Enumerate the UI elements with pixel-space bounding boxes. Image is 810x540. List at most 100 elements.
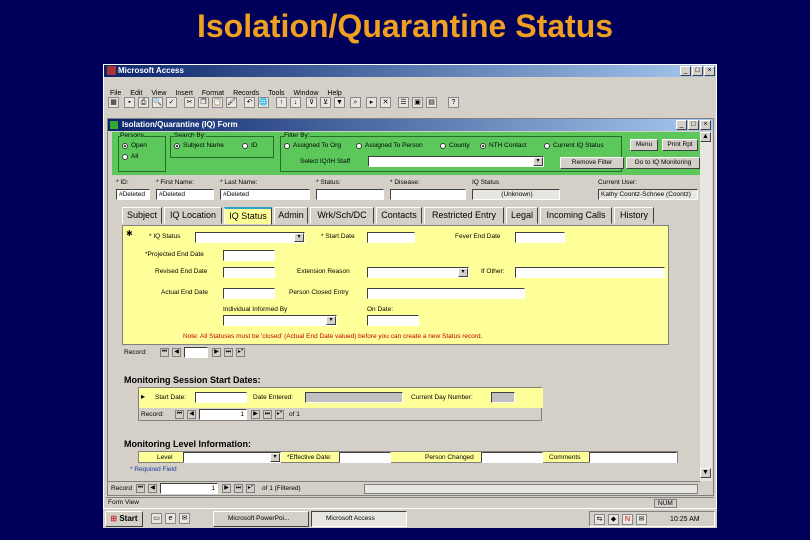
staff-dropdown-icon[interactable]: ▾ bbox=[533, 157, 543, 166]
on-date-input[interactable] bbox=[367, 315, 419, 326]
extension-reason-input[interactable] bbox=[367, 267, 469, 278]
assigned-person-radio[interactable] bbox=[356, 143, 362, 149]
tab-history[interactable]: History bbox=[614, 207, 654, 224]
filter-by-selection-icon[interactable]: ⊽ bbox=[306, 97, 317, 108]
print-rpt-button[interactable]: Print Rpt bbox=[662, 139, 698, 151]
help-icon[interactable]: ? bbox=[448, 97, 459, 108]
extension-reason-dropdown-icon[interactable]: ▾ bbox=[458, 268, 468, 277]
session-first-icon[interactable]: ⏮ bbox=[175, 410, 184, 419]
effective-date-input[interactable] bbox=[339, 452, 391, 463]
spelling-icon[interactable]: ✓ bbox=[166, 97, 177, 108]
app-minimize-button[interactable]: _ bbox=[680, 66, 691, 76]
main-new-icon[interactable]: ▸* bbox=[246, 484, 255, 493]
main-prev-icon[interactable]: ◀ bbox=[148, 484, 157, 493]
main-last-icon[interactable]: ⏭ bbox=[234, 484, 243, 493]
outlook-icon[interactable]: ✉ bbox=[179, 513, 190, 524]
taskbar-access-button[interactable]: Microsoft Access bbox=[311, 511, 407, 527]
next-record-icon[interactable]: ▶ bbox=[212, 348, 221, 357]
print-icon[interactable]: ⎙ bbox=[138, 97, 149, 108]
sort-descending-icon[interactable]: ↓ bbox=[290, 97, 301, 108]
copy-icon[interactable]: ❐ bbox=[198, 97, 209, 108]
tray-security-icon[interactable]: ◆ bbox=[608, 514, 619, 525]
tray-update-icon[interactable]: ✉ bbox=[636, 514, 647, 525]
form-minimize-button[interactable]: _ bbox=[676, 120, 687, 130]
actual-end-date-input[interactable] bbox=[223, 288, 275, 299]
fever-end-date-input[interactable] bbox=[515, 232, 565, 243]
informed-by-dropdown-icon[interactable]: ▾ bbox=[326, 316, 336, 325]
undo-icon[interactable]: ↶ bbox=[244, 97, 255, 108]
subject-name-radio[interactable] bbox=[174, 143, 180, 149]
person-closed-entry-input[interactable] bbox=[367, 288, 525, 299]
taskbar-powerpoint-button[interactable]: Microsoft PowerPoi... bbox=[213, 511, 309, 527]
tab-restricted-entry[interactable]: Restricted Entry bbox=[424, 207, 504, 224]
cut-icon[interactable]: ✂ bbox=[184, 97, 195, 108]
tab-iq-location[interactable]: IQ Location bbox=[164, 207, 222, 224]
filter-by-form-icon[interactable]: ⊻ bbox=[320, 97, 331, 108]
iq-status-input[interactable] bbox=[195, 232, 305, 243]
tab-legal[interactable]: Legal bbox=[506, 207, 538, 224]
all-radio[interactable] bbox=[122, 154, 128, 160]
header-value-1[interactable]: #Deleted bbox=[156, 189, 214, 200]
header-value-4[interactable] bbox=[390, 189, 466, 200]
tab-subject[interactable]: Subject bbox=[122, 207, 162, 224]
database-window-icon[interactable]: ▣ bbox=[412, 97, 423, 108]
main-first-icon[interactable]: ⏮ bbox=[136, 484, 145, 493]
person-changed-input[interactable] bbox=[481, 452, 543, 463]
session-prev-icon[interactable]: ◀ bbox=[187, 410, 196, 419]
tab-admin[interactable]: Admin bbox=[274, 207, 308, 224]
horizontal-scrollbar[interactable] bbox=[364, 484, 698, 494]
start-date-input[interactable] bbox=[367, 232, 415, 243]
individual-informed-by-input[interactable] bbox=[223, 315, 337, 326]
tab-incoming-calls[interactable]: Incoming Calls bbox=[540, 207, 612, 224]
remove-filter-button[interactable]: Remove Filter bbox=[560, 157, 624, 169]
tray-norton-icon[interactable]: N bbox=[622, 514, 633, 525]
find-icon[interactable]: ⌕ bbox=[350, 97, 361, 108]
tab-contacts[interactable]: Contacts bbox=[376, 207, 422, 224]
revised-end-date-input[interactable] bbox=[223, 267, 275, 278]
id-radio[interactable] bbox=[242, 143, 248, 149]
projected-end-date-input[interactable] bbox=[223, 250, 275, 261]
last-record-icon[interactable]: ⏭ bbox=[224, 348, 233, 357]
header-value-3[interactable] bbox=[316, 189, 384, 200]
level-input[interactable] bbox=[183, 452, 281, 463]
session-new-icon[interactable]: ▸* bbox=[275, 410, 284, 419]
tray-network-icon[interactable]: ⇆ bbox=[594, 514, 605, 525]
new-record-icon[interactable]: ▸ bbox=[366, 97, 377, 108]
prev-record-icon[interactable]: ◀ bbox=[172, 348, 181, 357]
session-start-date-input[interactable] bbox=[195, 392, 247, 403]
delete-record-icon[interactable]: ✕ bbox=[380, 97, 391, 108]
status-record-number[interactable] bbox=[184, 347, 208, 358]
county-radio[interactable] bbox=[440, 143, 446, 149]
show-desktop-icon[interactable]: ▭ bbox=[151, 513, 162, 524]
new-status-record-icon[interactable]: ▸* bbox=[236, 348, 245, 357]
if-other-input[interactable] bbox=[515, 267, 665, 278]
insert-hyperlink-icon[interactable]: 🌐 bbox=[258, 97, 269, 108]
properties-icon[interactable]: ☰ bbox=[398, 97, 409, 108]
form-close-button[interactable]: × bbox=[700, 120, 711, 130]
to-monitoring-button[interactable]: Go to IQ Monitoring bbox=[626, 157, 700, 169]
scroll-up-icon[interactable]: ▲ bbox=[700, 132, 711, 142]
internet-explorer-icon[interactable]: e bbox=[165, 513, 176, 524]
open-radio[interactable] bbox=[122, 143, 128, 149]
current-iq-status-radio[interactable] bbox=[544, 143, 550, 149]
nth-contact-radio[interactable] bbox=[480, 143, 486, 149]
session-last-icon[interactable]: ⏭ bbox=[263, 410, 272, 419]
session-record-number[interactable]: 1 bbox=[199, 409, 247, 420]
app-close-button[interactable]: × bbox=[704, 66, 715, 76]
new-object-icon[interactable]: ▤ bbox=[426, 97, 437, 108]
menu-button[interactable]: Menu bbox=[630, 139, 658, 151]
first-record-icon[interactable]: ⏮ bbox=[160, 348, 169, 357]
start-button[interactable]: ⊞ Start bbox=[105, 511, 143, 527]
level-dropdown-icon[interactable]: ▾ bbox=[270, 453, 280, 462]
header-value-0[interactable]: #Deleted bbox=[116, 189, 150, 200]
tab-iq-status[interactable]: IQ Status bbox=[224, 207, 272, 225]
format-painter-icon[interactable]: 🖌 bbox=[226, 97, 237, 108]
tab-wrk-sch-dc[interactable]: Wrk/Sch/DC bbox=[310, 207, 374, 224]
iq-status-dropdown-icon[interactable]: ▾ bbox=[294, 233, 304, 242]
print-preview-icon[interactable]: 🔍 bbox=[152, 97, 163, 108]
form-vertical-scrollbar[interactable]: ▲ ▼ bbox=[700, 132, 712, 481]
save-icon[interactable]: ▪ bbox=[124, 97, 135, 108]
paste-icon[interactable]: 📋 bbox=[212, 97, 223, 108]
assigned-org-radio[interactable] bbox=[284, 143, 290, 149]
main-record-number[interactable]: 1 bbox=[160, 483, 218, 494]
